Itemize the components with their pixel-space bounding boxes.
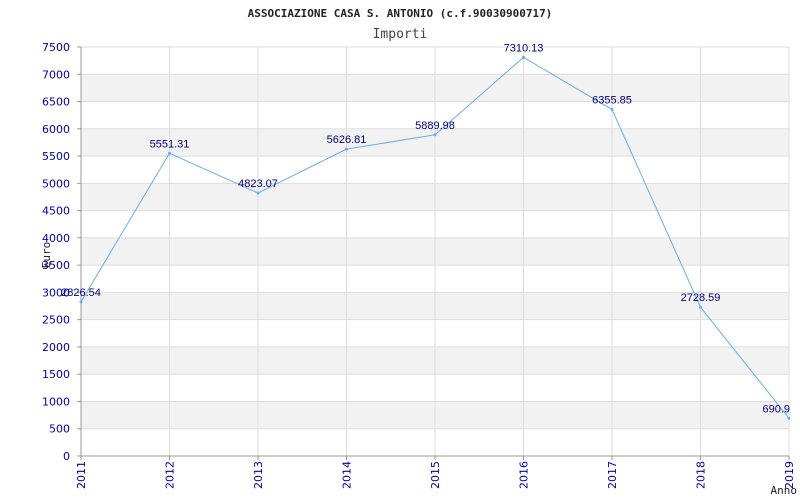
x-tick-label: 2014 [341,461,354,489]
chart-container: ASSOCIAZIONE CASA S. ANTONIO (c.f.900309… [0,0,800,500]
y-tick-label: 6000 [42,123,70,136]
x-tick-label: 2015 [429,461,442,489]
x-axis-ticks: 2011 2012 2013 2014 2015 2016 2017 2018 2019 [75,456,796,489]
y-tick-label: 0 [63,450,70,463]
x-tick-label: 2017 [606,461,619,489]
data-label: 2728.59 [681,292,721,304]
x-axis-label: Anno [771,484,798,497]
y-tick-label: 1000 [42,395,70,408]
data-point [256,191,260,195]
y-tick-label: 500 [49,423,70,436]
x-tick-label: 2016 [518,461,531,489]
data-point [522,55,525,59]
data-label: 6355.85 [592,94,632,106]
data-point [699,305,702,309]
data-point [433,133,437,137]
data-label: 7310.13 [504,42,544,54]
data-label: 5889.98 [415,120,455,132]
chart-subtitle: Importi [373,27,428,42]
data-point [345,147,348,151]
y-tick-label: 2500 [42,314,70,327]
data-point [610,107,614,111]
y-tick-label: 6500 [42,96,70,109]
y-axis-label: Euro [40,242,53,269]
data-label: 4823.07 [238,178,278,190]
data-point [79,300,83,304]
y-tick-label: 7000 [42,68,70,81]
data-label: 2826.54 [61,287,101,299]
y-tick-label: 2000 [42,341,70,354]
line-chart: ASSOCIAZIONE CASA S. ANTONIO (c.f.900309… [40,7,798,497]
y-tick-label: 5000 [42,177,70,190]
y-tick-label: 1500 [42,368,70,381]
y-tick-label: 4500 [42,205,70,218]
x-tick-label: 2011 [75,461,88,489]
x-tick-label: 2013 [252,461,265,489]
data-label: 5626.81 [327,134,367,146]
y-tick-label: 7500 [42,41,70,54]
data-label: 690.9 [762,403,790,415]
chart-title: ASSOCIAZIONE CASA S. ANTONIO (c.f.900309… [248,7,553,20]
data-label: 5551.31 [150,138,190,150]
data-point [168,151,171,155]
data-point [787,416,791,420]
x-tick-label: 2018 [695,461,708,489]
x-tick-label: 2012 [164,461,177,489]
y-tick-label: 5500 [42,150,70,163]
